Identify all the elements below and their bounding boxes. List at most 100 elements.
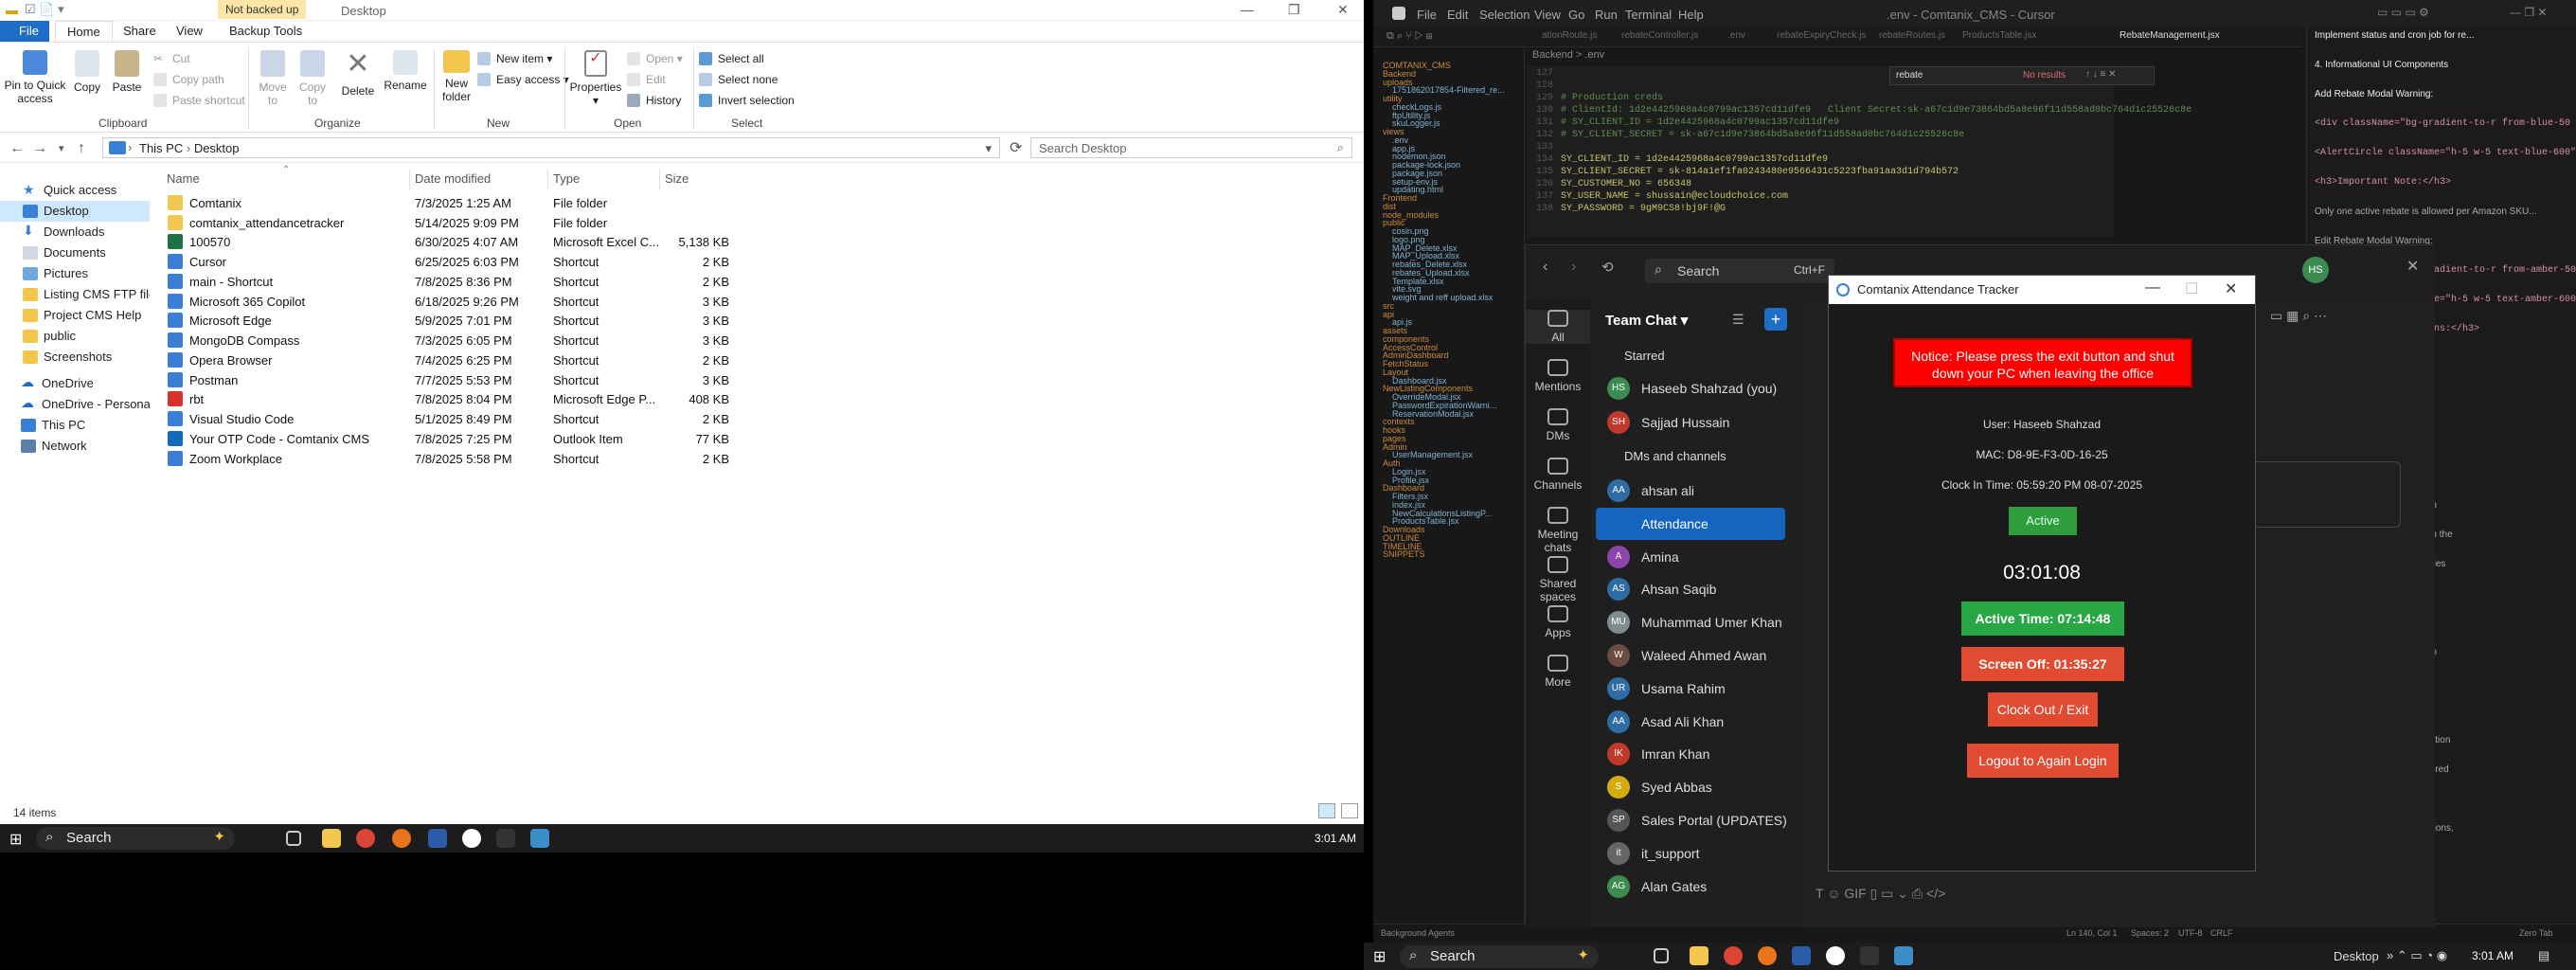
- paste-shortcut-button[interactable]: Paste shortcut: [153, 94, 245, 107]
- menu-run[interactable]: Run: [1595, 8, 1618, 22]
- easy-access-button[interactable]: Easy access ▾: [477, 73, 569, 86]
- tab-view[interactable]: View: [176, 24, 203, 38]
- chrome-taskbar-icon[interactable]: [356, 829, 375, 848]
- history-button[interactable]: History: [627, 94, 681, 107]
- nav-desktop[interactable]: Desktop: [0, 201, 150, 222]
- nav-project-cms-help[interactable]: Project CMS Help: [0, 305, 150, 326]
- column-divider[interactable]: [547, 169, 548, 189]
- maximize-icon[interactable]: ❐: [1288, 2, 1300, 18]
- forward-arrow-icon[interactable]: →: [32, 140, 47, 157]
- column-name[interactable]: Name: [167, 171, 200, 186]
- tree-item[interactable]: SNIPPETS: [1383, 549, 1425, 559]
- taskbar-clock[interactable]: 3:01 AM: [1315, 832, 1356, 845]
- close-icon[interactable]: ✕: [1337, 2, 1349, 18]
- breadcrumb-this-pc[interactable]: This PC: [139, 141, 183, 155]
- zoom-taskbar-icon[interactable]: [428, 829, 447, 848]
- file-row[interactable]: comtanix_attendancetracker 5/14/2025 9:09…: [161, 213, 729, 233]
- section-dms-channels[interactable]: DMs and channels: [1590, 440, 1804, 473]
- file-row[interactable]: Visual Studio Code 5/1/2025 8:49 PM Shortc…: [161, 409, 729, 429]
- find-nav-icons[interactable]: ↑ ↓ ≡ ✕: [2085, 69, 2117, 80]
- close-icon[interactable]: ✕: [2225, 279, 2237, 298]
- delete-button[interactable]: ✕ Delete: [335, 50, 381, 99]
- nav-quick-access[interactable]: ★ Quick access: [0, 180, 150, 201]
- task-view-icon[interactable]: [1654, 948, 1669, 963]
- code-editor[interactable]: 127 128 129 # Production creds 130 # ClientId…: [1527, 66, 2191, 237]
- chat-item[interactable]: S Syed Abbas: [1590, 771, 1804, 803]
- menu-edit[interactable]: Edit: [1447, 8, 1468, 22]
- windows-start-icon[interactable]: ⊞: [9, 830, 22, 849]
- avatar[interactable]: HS: [2302, 257, 2329, 283]
- clock-out-button[interactable]: Clock Out / Exit: [1988, 692, 2098, 727]
- status-tab-mode[interactable]: Zero Tab: [2519, 928, 2552, 938]
- file-row[interactable]: main - Shortcut 7/8/2025 8:36 PM Shortcut 2…: [161, 272, 729, 292]
- tab-file[interactable]: rebateController.js: [1621, 30, 1698, 41]
- rail-item-apps[interactable]: Apps: [1526, 605, 1590, 639]
- file-row[interactable]: Cursor 6/25/2025 6:03 PM Shortcut 2 KB: [161, 252, 729, 272]
- edit-button[interactable]: Edit: [627, 73, 666, 86]
- team-chat-header[interactable]: Team Chat ▾: [1605, 312, 1688, 329]
- chat-item[interactable]: IK Imran Khan: [1590, 738, 1804, 770]
- find-widget[interactable]: rebate No results ↑ ↓ ≡ ✕: [1889, 66, 2155, 85]
- open-button[interactable]: Open ▾: [627, 52, 683, 65]
- column-divider[interactable]: [659, 169, 660, 189]
- breadcrumb-desktop[interactable]: Desktop: [194, 141, 240, 155]
- logout-button[interactable]: Logout to Again Login: [1967, 744, 2119, 778]
- taskbar-clock[interactable]: 3:01 AM: [2472, 949, 2513, 962]
- copy-button[interactable]: Copy: [70, 50, 104, 94]
- chat-item[interactable]: MU Muhammad Umer Khan: [1590, 606, 1804, 638]
- large-icons-view-button[interactable]: [1341, 803, 1358, 818]
- chat-item[interactable]: SP Sales Portal (UPDATES): [1590, 804, 1804, 836]
- tree-item[interactable]: weight and reff upload.xlsx: [1392, 293, 1493, 302]
- new-folder-button[interactable]: New folder: [436, 50, 477, 103]
- menu-terminal[interactable]: Terminal: [1625, 8, 1672, 22]
- desktop-toolbar[interactable]: Desktop: [2334, 949, 2379, 963]
- file-explorer-taskbar-icon[interactable]: [322, 829, 341, 848]
- rail-item-meeting-chats[interactable]: Meeting chats: [1526, 507, 1590, 554]
- chat-item[interactable]: SH Sajjad Hussain: [1590, 406, 1804, 439]
- layout-toggle-icons[interactable]: ▭ ▭ ▭ ⚙: [2377, 6, 2429, 19]
- menu-file[interactable]: File: [1417, 8, 1437, 22]
- firefox-taskbar-icon[interactable]: [1758, 946, 1777, 965]
- file-explorer-taskbar-icon[interactable]: [1690, 946, 1708, 965]
- minimize-icon[interactable]: —: [1241, 2, 1254, 17]
- tab-file[interactable]: rebateExpiryCheck.js: [1777, 30, 1866, 41]
- file-row[interactable]: Your OTP Code - Comtanix CMS 7/8/2025 7:2…: [161, 429, 729, 449]
- move-to-button[interactable]: Move to: [254, 50, 292, 107]
- cut-button[interactable]: ✂ Cut: [153, 52, 190, 65]
- rail-item-dms[interactable]: DMs: [1526, 408, 1590, 442]
- chat-item[interactable]: Attendance: [1596, 507, 1785, 540]
- chat-item[interactable]: W Waleed Ahmed Awan: [1590, 639, 1804, 672]
- status-spaces[interactable]: Spaces: 2: [2131, 928, 2169, 938]
- address-input[interactable]: › This PC › Desktop ▾: [102, 137, 1000, 158]
- taskbar-search[interactable]: ⌕ Search ✦: [1400, 945, 1599, 968]
- tab-file[interactable]: ProductsTable.jsx: [1962, 30, 2036, 41]
- chat-item[interactable]: A Amina: [1590, 541, 1804, 573]
- tree-item[interactable]: 1751862017854-Filtered_re...: [1392, 85, 1505, 95]
- invert-selection-button[interactable]: Invert selection: [699, 94, 795, 107]
- copy-to-button[interactable]: Copy to: [294, 50, 331, 107]
- rail-item-channels[interactable]: Channels: [1526, 458, 1590, 492]
- file-row[interactable]: rbt 7/8/2025 8:04 PM Microsoft Edge P... 40…: [161, 389, 729, 409]
- nav-network[interactable]: Network: [0, 436, 150, 457]
- tab-share[interactable]: Share: [123, 24, 156, 38]
- up-arrow-icon[interactable]: ↑: [78, 140, 85, 157]
- file-row[interactable]: Microsoft 365 Copilot 6/18/2025 9:26 PM Sh…: [161, 292, 729, 312]
- chat-item[interactable]: AA ahsan ali: [1590, 475, 1804, 507]
- pin-quick-access-button[interactable]: Pin to Quick access: [4, 50, 66, 105]
- back-arrow-icon[interactable]: ‹: [1543, 259, 1547, 276]
- new-item-button[interactable]: New item ▾: [477, 52, 552, 65]
- chat-item[interactable]: it it_support: [1590, 837, 1804, 870]
- rename-button[interactable]: Rename: [383, 50, 428, 92]
- nav-screenshots[interactable]: Screenshots: [0, 347, 150, 368]
- cursor-taskbar-icon[interactable]: [496, 829, 515, 848]
- tab-backup-tools[interactable]: Backup Tools: [229, 24, 302, 38]
- search-input[interactable]: Search Desktop ⌕: [1030, 137, 1352, 158]
- select-none-button[interactable]: Select none: [699, 73, 778, 86]
- rail-item-mentions[interactable]: Mentions: [1526, 359, 1590, 393]
- menu-go[interactable]: Go: [1568, 8, 1584, 22]
- select-all-button[interactable]: Select all: [699, 52, 764, 65]
- address-dropdown-icon[interactable]: ▾: [985, 141, 992, 156]
- nav-onedrive-personal[interactable]: ☁ OneDrive - Personal: [0, 394, 150, 415]
- nav-public[interactable]: public: [0, 326, 150, 347]
- teams-search[interactable]: ⌕ Search Ctrl+F: [1645, 259, 1834, 283]
